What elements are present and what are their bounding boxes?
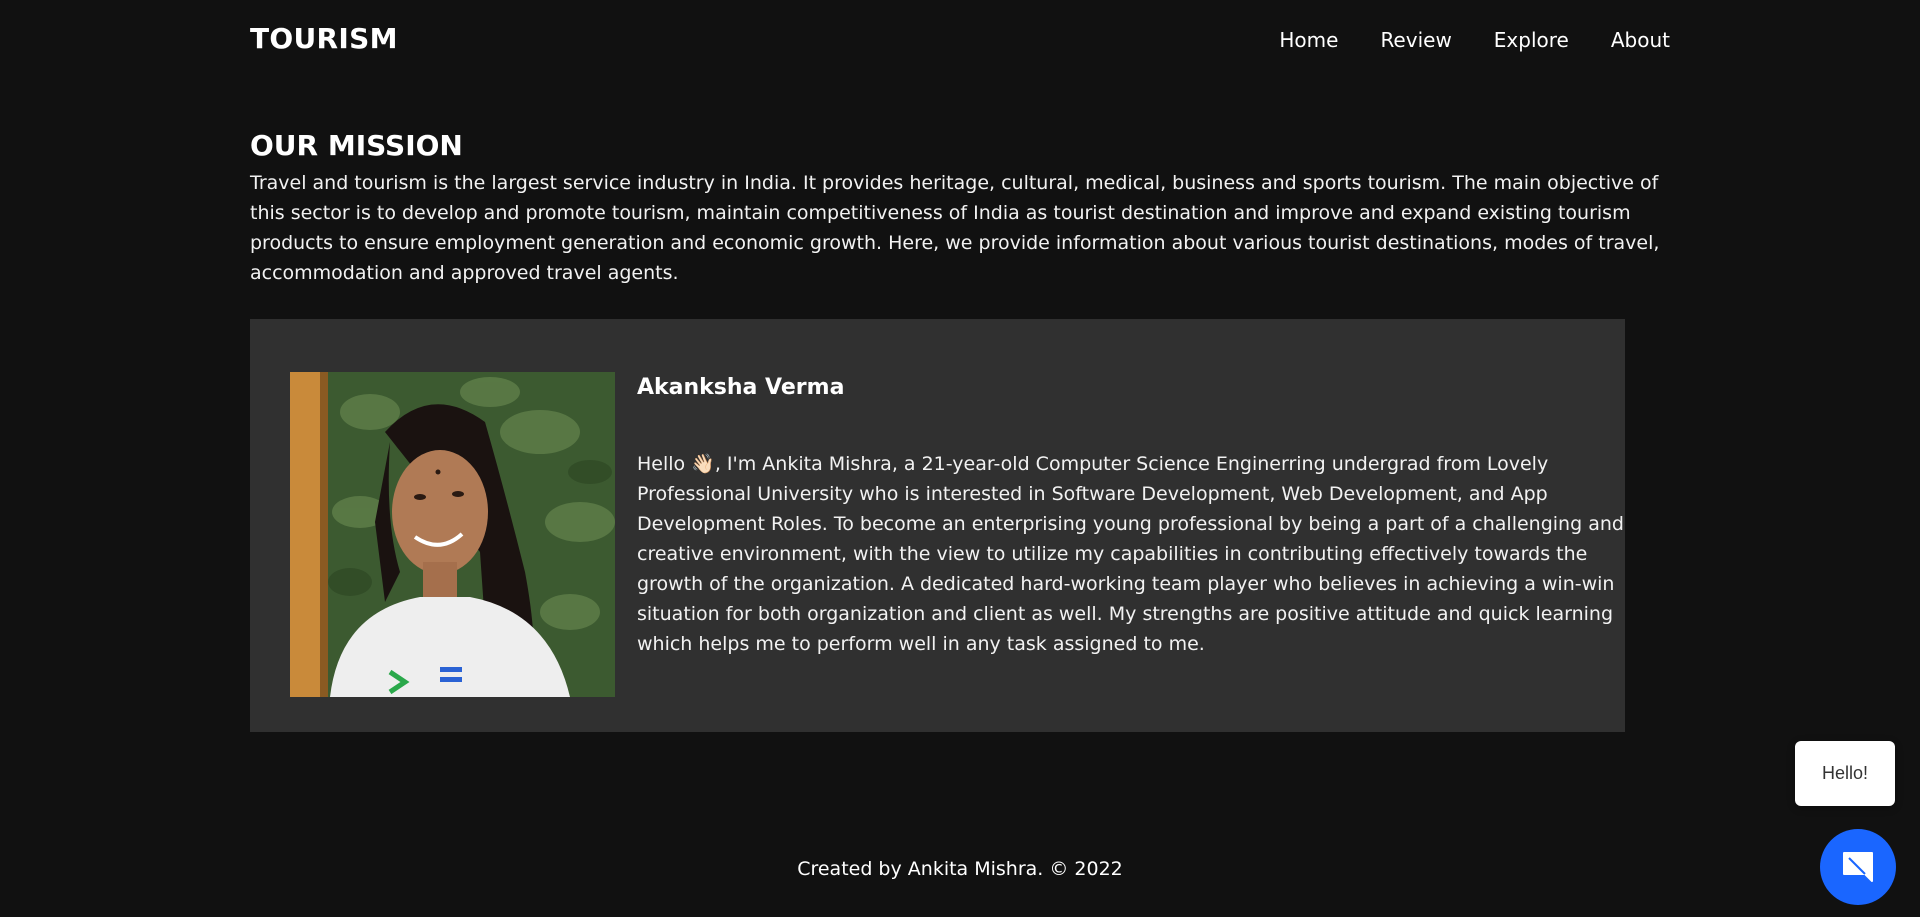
chat-greeting-text: Hello! — [1821, 763, 1869, 783]
footer-credit: Created by Ankita Mishra. © 2022 — [797, 858, 1123, 880]
nav-review-link[interactable]: Review — [1380, 28, 1451, 52]
mission-section: OUR MISSION Travel and tourism is the la… — [250, 128, 1670, 288]
mission-title: OUR MISSION — [250, 129, 463, 162]
profile-photo — [290, 372, 615, 697]
profile-bio: Hello 👋🏻, I'm Ankita Mishra, a 21-year-o… — [637, 453, 1624, 655]
chat-launcher-button[interactable] — [1820, 829, 1896, 905]
profile-card: Akanksha Verma Hello 👋🏻, I'm Ankita Mish… — [250, 319, 1625, 732]
nav-links: Home Review Explore About — [1279, 28, 1670, 52]
chat-icon — [1843, 852, 1873, 882]
nav-home-link[interactable]: Home — [1279, 28, 1338, 52]
profile-name: Akanksha Verma — [637, 375, 845, 400]
top-navbar: TOURISM Home Review Explore About — [0, 0, 1920, 80]
profile-photo-illustration — [290, 372, 615, 697]
brand-logo[interactable]: TOURISM — [250, 22, 398, 55]
nav-about-link[interactable]: About — [1611, 28, 1670, 52]
chat-greeting-bubble[interactable]: Hello! — [1795, 741, 1895, 806]
mission-text: Travel and tourism is the largest servic… — [250, 172, 1660, 284]
nav-explore-link[interactable]: Explore — [1494, 28, 1569, 52]
footer: Created by Ankita Mishra. © 2022 — [0, 858, 1920, 880]
